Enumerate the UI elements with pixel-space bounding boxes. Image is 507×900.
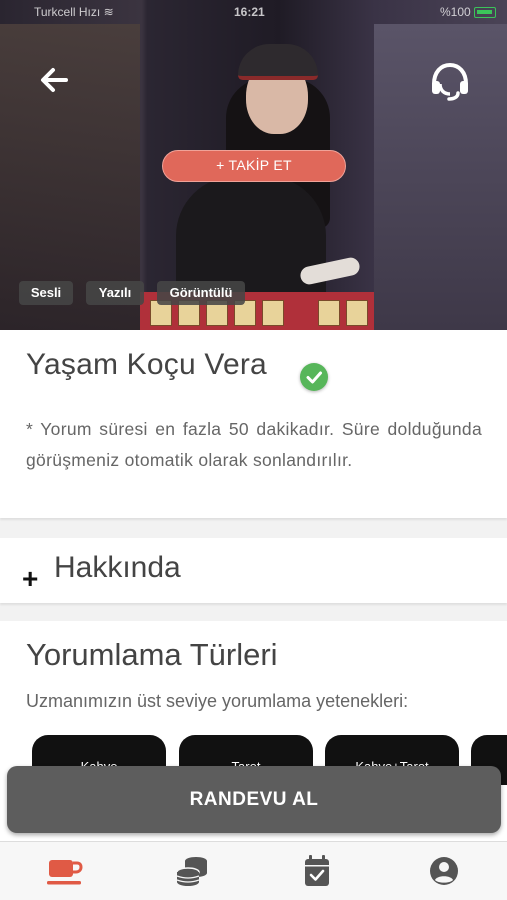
bottom-tab-bar <box>0 841 507 900</box>
expert-name: Yaşam Koçu Vera <box>26 348 267 381</box>
status-time: 16:21 <box>234 5 265 19</box>
coffee-cup-icon <box>47 860 83 885</box>
arrow-left-icon <box>41 68 68 92</box>
support-button[interactable] <box>428 60 472 104</box>
carrier-label: Turkcell Hızı ≋ <box>34 5 114 19</box>
tab-appointments[interactable] <box>297 854 337 888</box>
book-appointment-button[interactable]: RANDEVU AL <box>7 766 501 833</box>
photo-card <box>346 300 368 326</box>
status-bar: Turkcell Hızı ≋ 16:21 %100 <box>0 0 507 24</box>
chip-voice: Sesli <box>19 281 73 305</box>
battery-icon <box>474 7 496 18</box>
account-icon <box>430 857 458 885</box>
about-title: Hakkında <box>54 551 181 584</box>
coins-icon <box>176 857 207 886</box>
follow-button[interactable]: + TAKİP ET <box>162 150 346 182</box>
services-subtitle: Uzmanımızın üst seviye yorumlama yetenek… <box>26 691 409 711</box>
services-title: Yorumlama Türleri <box>26 637 278 672</box>
plus-icon: + <box>22 563 39 594</box>
tab-credits[interactable] <box>172 854 212 888</box>
headset-icon <box>432 62 468 101</box>
calendar-check-icon <box>305 855 329 886</box>
photo-card <box>318 300 340 326</box>
photo-card <box>262 300 284 326</box>
chip-text: Yazılı <box>86 281 144 305</box>
profile-card: Yaşam Koçu Vera * Yorum süresi en fazla … <box>0 330 507 518</box>
tab-coffee[interactable] <box>45 854 85 888</box>
battery-percent: %100 <box>440 5 471 19</box>
chip-video: Görüntülü <box>157 281 245 305</box>
session-duration-note: * Yorum süresi en fazla 50 dakikadır. Sü… <box>26 419 482 470</box>
about-section-toggle[interactable]: + Hakkında <box>0 538 507 603</box>
expert-profile-screen: Turkcell Hızı ≋ 16:21 %100 + TAKİP ET Se… <box>0 0 507 900</box>
tab-profile[interactable] <box>424 854 464 888</box>
photo-figure-cap <box>238 44 318 80</box>
back-button[interactable] <box>36 62 72 98</box>
verified-check-icon <box>300 363 328 391</box>
